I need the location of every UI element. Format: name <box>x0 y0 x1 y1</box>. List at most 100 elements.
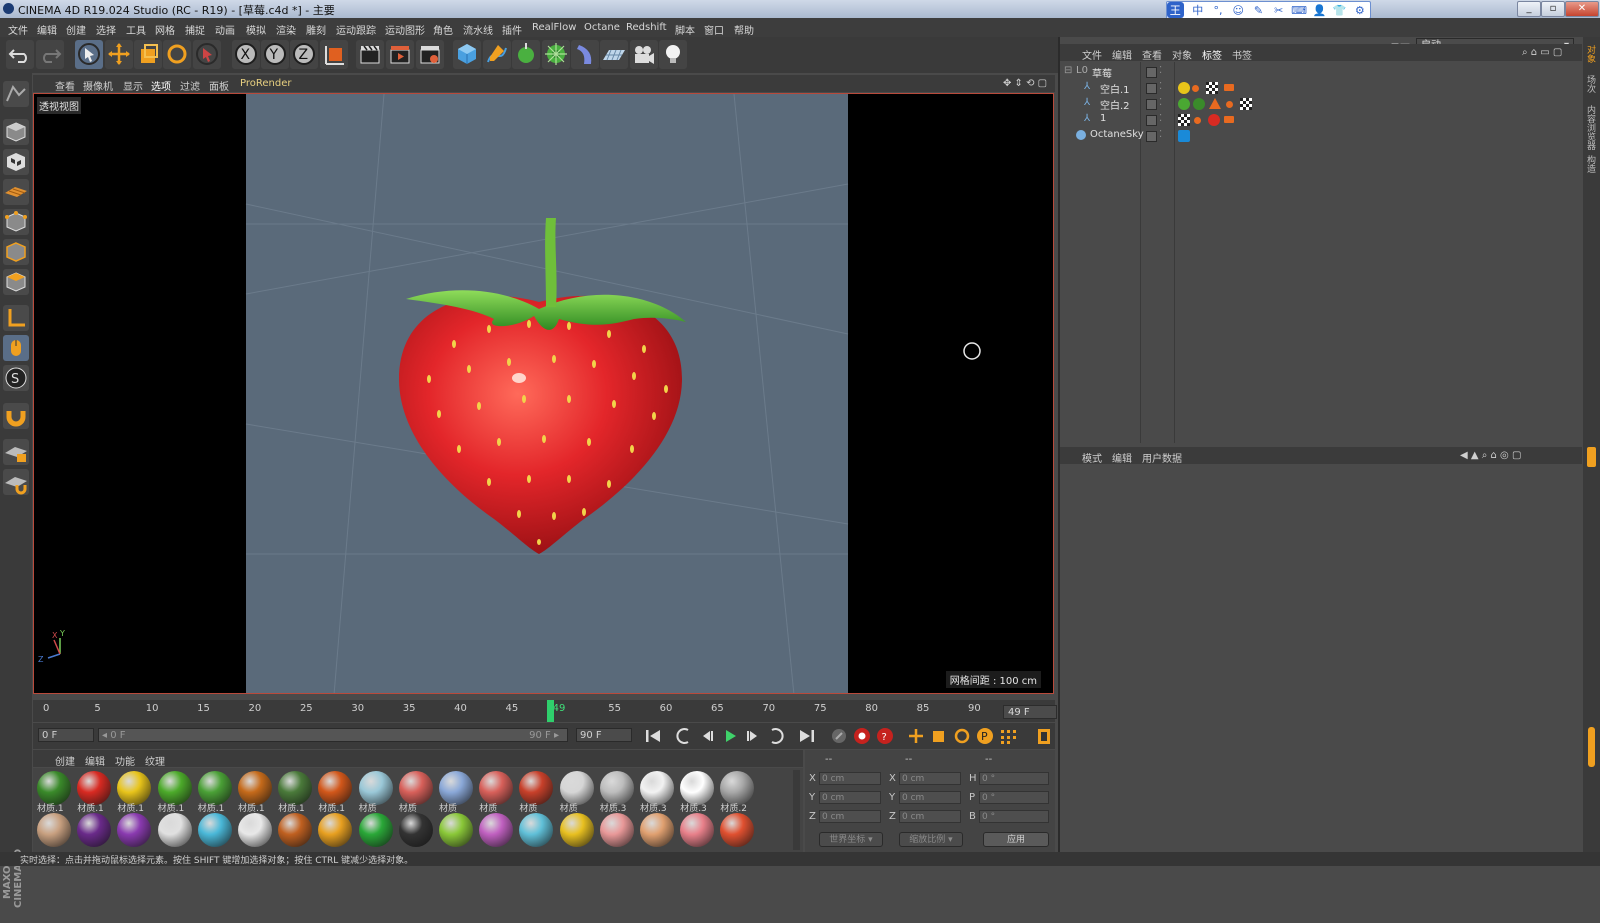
material-scrollbar[interactable] <box>793 770 800 850</box>
visibility-check[interactable] <box>1146 131 1157 142</box>
size-z-field[interactable]: 0 cm <box>899 810 961 823</box>
material-swatch[interactable] <box>477 812 515 852</box>
object-menu-edit[interactable]: 编辑 <box>1112 47 1132 62</box>
ime-user-icon[interactable]: 👤 <box>1309 4 1329 17</box>
position-y-field[interactable]: 0 cm <box>819 791 881 804</box>
material-swatch[interactable] <box>718 812 756 852</box>
make-editable-button[interactable] <box>3 81 29 107</box>
ime-handwrite-icon[interactable]: ✎ <box>1248 4 1268 17</box>
minimize-button[interactable]: _ <box>1517 1 1541 17</box>
menu-render[interactable]: 渲染 <box>276 22 296 37</box>
record-active-objects-button[interactable] <box>851 726 873 746</box>
menu-octane[interactable]: Octane <box>584 22 620 33</box>
add-floor-button[interactable] <box>600 40 628 69</box>
x-axis-button[interactable]: X <box>232 40 260 69</box>
y-axis-button[interactable]: Y <box>261 40 289 69</box>
key-pla-button[interactable] <box>997 726 1019 746</box>
ime-chinese-icon[interactable]: 中 <box>1188 2 1208 18</box>
workplane-lock-button[interactable] <box>3 439 29 465</box>
menu-edit[interactable]: 编辑 <box>37 22 57 37</box>
visibility-check[interactable] <box>1146 99 1157 110</box>
menu-snap[interactable]: 捕捉 <box>185 22 205 37</box>
render-dots-icon[interactable]: ⁚ <box>1159 81 1162 92</box>
ime-settings-icon[interactable]: ⚙ <box>1350 4 1370 17</box>
material-swatch[interactable] <box>156 812 194 852</box>
side-tab-attributes-marker[interactable] <box>1587 447 1596 467</box>
side-tab-content-browser[interactable]: 内容浏览器 <box>1585 105 1597 150</box>
end-frame-field[interactable]: 90 F <box>576 728 632 742</box>
material-tag-icon[interactable] <box>1178 98 1190 110</box>
material-swatch[interactable] <box>75 812 113 852</box>
object-row-strawberry[interactable]: ⊟ L0 草莓 ⁚ <box>1060 64 1582 80</box>
attribute-menu-edit[interactable]: 编辑 <box>1112 450 1132 465</box>
scale-mode-dropdown[interactable]: 缩放比例 ▾ <box>899 832 963 847</box>
material-swatch[interactable] <box>517 812 555 852</box>
world-coordinates-dropdown[interactable]: 世界坐标 ▾ <box>819 832 883 847</box>
object-menu-tags[interactable]: 标签 <box>1202 47 1222 62</box>
axis-mode-button[interactable] <box>3 305 29 331</box>
material-menu-edit[interactable]: 编辑 <box>85 753 105 768</box>
ime-skin-icon[interactable]: 👕 <box>1329 4 1349 17</box>
points-mode-button[interactable] <box>3 209 29 235</box>
rotate-button[interactable] <box>163 40 191 69</box>
visibility-check[interactable] <box>1146 115 1157 126</box>
current-frame-field[interactable]: 49 F <box>1003 705 1057 719</box>
material-swatch[interactable]: 材质 <box>437 770 475 814</box>
record-keys-button[interactable] <box>828 726 850 746</box>
material-swatch[interactable]: 材质.3 <box>598 770 636 814</box>
timeline-ruler[interactable]: 0 5 10 15 20 25 30 35 40 45 49 55 60 65 70 75 80 85 90 <box>33 700 1055 722</box>
key-parameter-button[interactable]: P <box>974 726 996 746</box>
next-frame-button[interactable] <box>742 726 764 746</box>
phong-tag-icon[interactable] <box>1194 117 1201 124</box>
move-button[interactable] <box>105 40 133 69</box>
material-tag-icon[interactable] <box>1193 98 1205 110</box>
material-swatch[interactable]: 材质.2 <box>718 770 756 814</box>
viewport-menu-display[interactable]: 显示 <box>123 78 143 93</box>
viewport-menu-options[interactable]: 选项 <box>151 78 171 93</box>
size-y-field[interactable]: 0 cm <box>899 791 961 804</box>
model-mode-button[interactable] <box>3 119 29 145</box>
play-button[interactable] <box>719 726 741 746</box>
material-tag-icon[interactable] <box>1178 82 1190 94</box>
tweak-mode-button[interactable] <box>3 335 29 361</box>
material-swatch[interactable] <box>678 812 716 852</box>
menu-sculpt[interactable]: 雕刻 <box>306 22 326 37</box>
object-menu-view[interactable]: 查看 <box>1142 47 1162 62</box>
material-swatch[interactable] <box>35 812 73 852</box>
workplane-align-button[interactable] <box>3 469 29 495</box>
visibility-check[interactable] <box>1146 67 1157 78</box>
phong-tag-icon[interactable] <box>1192 85 1199 92</box>
menu-create[interactable]: 创建 <box>66 22 86 37</box>
side-tab-structure[interactable]: 构造 <box>1585 155 1597 173</box>
expand-toggle-icon[interactable]: ⊟ <box>1064 65 1072 76</box>
viewport-nav-icons[interactable]: ✥ ⇕ ⟲ ▢ <box>1003 78 1047 89</box>
material-swatch[interactable]: 材质.1 <box>276 770 314 814</box>
size-x-field[interactable]: 0 cm <box>899 772 961 785</box>
menu-simulate[interactable]: 模拟 <box>246 22 266 37</box>
menu-pipeline[interactable]: 流水线 <box>463 22 493 37</box>
menu-script[interactable]: 脚本 <box>675 22 695 37</box>
menu-plugins[interactable]: 插件 <box>502 22 522 37</box>
rotation-b-field[interactable]: 0 ° <box>979 810 1049 823</box>
viewport-menu-camera[interactable]: 摄像机 <box>83 78 113 93</box>
key-scale-button[interactable] <box>928 726 950 746</box>
scale-button[interactable] <box>134 40 162 69</box>
material-swatch[interactable] <box>196 812 234 852</box>
side-scroll-handle[interactable] <box>1588 727 1595 767</box>
snap-button[interactable] <box>3 403 29 429</box>
previous-keyframe-button[interactable] <box>673 726 695 746</box>
texture-mode-button[interactable] <box>3 149 29 175</box>
octane-environment-tag-icon[interactable] <box>1178 130 1190 142</box>
go-to-end-button[interactable] <box>796 726 818 746</box>
menu-help[interactable]: 帮助 <box>734 22 754 37</box>
attribute-menu-user-data[interactable]: 用户数据 <box>1142 450 1182 465</box>
viewport-menu-view[interactable]: 查看 <box>55 78 75 93</box>
uvw-tag-icon[interactable] <box>1240 98 1252 110</box>
render-dots-icon[interactable]: ⁚ <box>1159 65 1162 76</box>
render-settings-button[interactable] <box>416 40 444 69</box>
object-row-1[interactable]: ⅄ 1 ⁚ <box>1060 112 1582 127</box>
render-to-picture-viewer-button[interactable] <box>386 40 414 69</box>
render-dots-icon[interactable]: ⁚ <box>1159 129 1162 140</box>
material-swatch[interactable] <box>638 812 676 852</box>
solo-button[interactable]: S <box>3 365 29 391</box>
